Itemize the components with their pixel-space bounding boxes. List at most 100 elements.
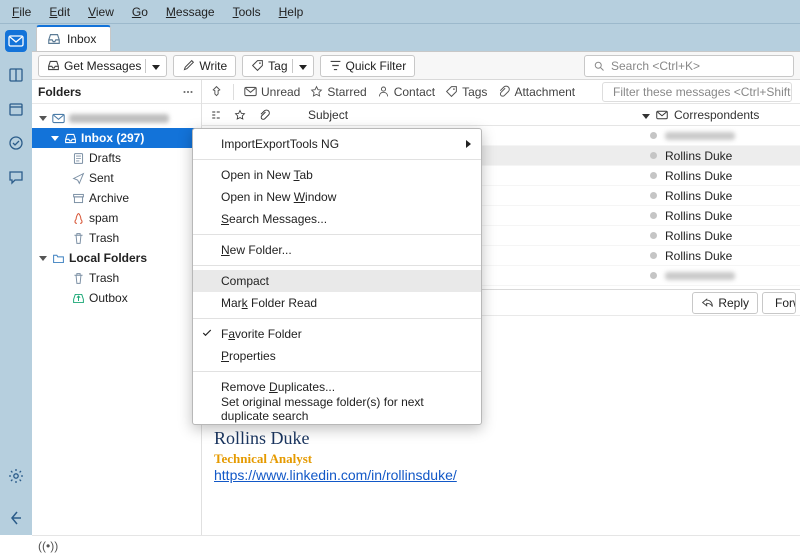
tag-dropdown[interactable] xyxy=(292,59,313,73)
filter-unread[interactable]: Unread xyxy=(244,85,300,99)
chevron-down-icon[interactable] xyxy=(50,136,60,141)
forward-button[interactable]: Forward xyxy=(762,292,796,314)
menu-message[interactable]: Message xyxy=(158,3,223,21)
menubar: FFileile Edit View Go Message Tools Help xyxy=(0,0,800,24)
signature-link[interactable]: https://www.linkedin.com/in/rollinsduke/ xyxy=(214,467,457,483)
menu-item[interactable]: Open in New Tab xyxy=(193,164,481,186)
inbox-icon xyxy=(64,132,77,145)
activity-icon[interactable]: ((•)) xyxy=(38,539,58,553)
subject-header[interactable]: Subject xyxy=(308,108,348,122)
folder-spam[interactable]: spam xyxy=(32,208,201,228)
correspondent-name: Rollins Duke xyxy=(665,209,732,223)
menu-tools[interactable]: Tools xyxy=(225,3,269,21)
menu-item-label: Favorite Folder xyxy=(221,327,302,341)
menu-item[interactable]: Set original message folder(s) for next … xyxy=(193,398,481,420)
folder-label: Archive xyxy=(89,191,129,205)
correspondent-name: Rollins Duke xyxy=(665,229,732,243)
tag-icon xyxy=(445,85,458,98)
settings-icon[interactable] xyxy=(5,465,27,487)
account-name-redacted xyxy=(69,114,169,123)
get-messages-button[interactable]: Get Messages xyxy=(38,55,167,77)
attach-col-icon[interactable] xyxy=(258,109,270,121)
menu-go[interactable]: Go xyxy=(124,3,156,21)
folder-local-trash[interactable]: Trash xyxy=(32,268,201,288)
folder-context-menu: ImportExportTools NG Open in New Tab Open … xyxy=(192,128,482,425)
menu-help[interactable]: Help xyxy=(271,3,312,21)
menu-item-label: Mark Folder Read xyxy=(221,296,317,310)
menu-item[interactable]: Favorite Folder xyxy=(193,323,481,345)
signature-title: Technical Analyst xyxy=(214,451,788,467)
person-icon xyxy=(377,85,390,98)
tab-inbox[interactable]: Inbox xyxy=(36,25,111,51)
menu-item[interactable]: Open in New Window xyxy=(193,186,481,208)
write-button[interactable]: Write xyxy=(173,55,236,77)
trash-icon xyxy=(72,272,85,285)
global-search-input[interactable]: Search <Ctrl+K> xyxy=(584,55,794,77)
menu-item-label: Open in New Window xyxy=(221,190,336,204)
filter-contact[interactable]: Contact xyxy=(377,85,435,99)
folder-trash[interactable]: Trash xyxy=(32,228,201,248)
read-dot-icon xyxy=(650,232,657,239)
filter-starred[interactable]: Starred xyxy=(310,85,366,99)
menu-item-label: ImportExportTools NG xyxy=(221,137,339,151)
chevron-right-icon xyxy=(466,137,471,151)
local-folders-row[interactable]: Local Folders xyxy=(32,248,201,268)
space-chat-icon[interactable] xyxy=(5,166,27,188)
reply-button[interactable]: Reply xyxy=(692,292,758,314)
correspondent-redacted xyxy=(665,132,735,140)
tag-button[interactable]: Tag xyxy=(242,55,313,77)
thread-col-icon[interactable] xyxy=(210,109,222,121)
folder-label: Outbox xyxy=(89,291,128,305)
message-filter-placeholder: Filter these messages <Ctrl+Shift+K> xyxy=(613,85,792,99)
filter-icon xyxy=(329,59,342,72)
menu-item[interactable]: Compact xyxy=(193,270,481,292)
filter-tags[interactable]: Tags xyxy=(445,85,487,99)
read-col-icon[interactable] xyxy=(656,109,668,121)
menu-item[interactable]: Properties xyxy=(193,345,481,367)
correspondents-header[interactable]: Correspondents xyxy=(674,108,759,122)
menu-item[interactable]: ImportExportTools NG xyxy=(193,133,481,155)
folder-inbox[interactable]: Inbox (297) xyxy=(32,128,201,148)
folder-drafts[interactable]: Drafts xyxy=(32,148,201,168)
checkmark-icon xyxy=(201,327,213,342)
folder-sent[interactable]: Sent xyxy=(32,168,201,188)
correspondent-name: Rollins Duke xyxy=(665,249,732,263)
chevron-down-icon[interactable] xyxy=(38,256,48,261)
folder-label: Inbox (297) xyxy=(81,131,144,145)
filter-attachment[interactable]: Attachment xyxy=(497,85,575,99)
menu-item[interactable]: New Folder... xyxy=(193,239,481,261)
read-dot-icon xyxy=(650,212,657,219)
quick-filter-button[interactable]: Quick Filter xyxy=(320,55,416,77)
draft-icon xyxy=(72,152,85,165)
menu-item-label: Remove Duplicates... xyxy=(221,380,335,394)
column-headers: Subject Correspondents xyxy=(202,104,800,126)
menu-item-label: Properties xyxy=(221,349,276,363)
search-icon xyxy=(593,60,605,72)
space-calendar-icon[interactable] xyxy=(5,98,27,120)
read-dot-icon xyxy=(650,192,657,199)
tag-label: Tag xyxy=(268,59,287,73)
quick-filter-label: Quick Filter xyxy=(346,59,407,73)
folder-outbox[interactable]: Outbox xyxy=(32,288,201,308)
space-address-icon[interactable] xyxy=(5,64,27,86)
collapse-icon[interactable] xyxy=(5,507,27,529)
menu-item-label: Compact xyxy=(221,274,269,288)
menu-item[interactable]: Mark Folder Read xyxy=(193,292,481,314)
menu-edit[interactable]: Edit xyxy=(41,3,78,21)
chevron-down-icon[interactable] xyxy=(642,108,650,122)
chevron-down-icon[interactable] xyxy=(38,116,48,121)
clip-icon xyxy=(497,85,510,98)
folder-pane-options-icon[interactable] xyxy=(181,85,195,99)
message-filter-input[interactable]: Filter these messages <Ctrl+Shift+K> xyxy=(602,82,792,102)
get-messages-dropdown[interactable] xyxy=(145,59,166,73)
folder-archive[interactable]: Archive xyxy=(32,188,201,208)
space-tasks-icon[interactable] xyxy=(5,132,27,154)
menu-file[interactable]: FFileile xyxy=(4,3,39,21)
space-mail-icon[interactable] xyxy=(5,30,27,52)
menu-view[interactable]: View xyxy=(80,3,122,21)
menu-item[interactable]: Search Messages... xyxy=(193,208,481,230)
star-col-icon[interactable] xyxy=(234,109,246,121)
pin-icon[interactable] xyxy=(210,85,223,98)
account-row[interactable] xyxy=(32,108,201,128)
read-dot-icon xyxy=(650,272,657,279)
